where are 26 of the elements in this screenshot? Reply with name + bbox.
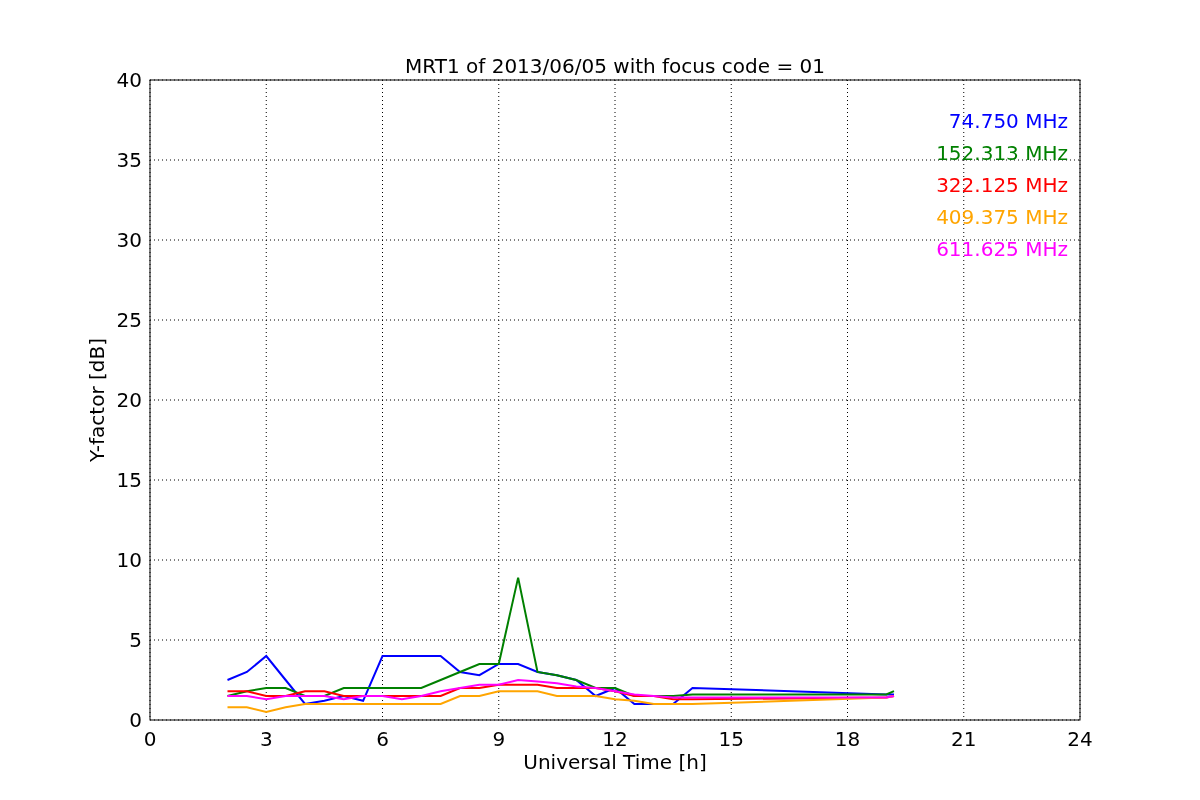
- tick-label: 18: [834, 727, 861, 751]
- tick-label: 24: [1067, 727, 1093, 751]
- tick-label: 30: [116, 228, 142, 252]
- x-axis-label: Universal Time [h]: [523, 750, 707, 774]
- tick-label: 35: [116, 148, 142, 172]
- tick-label: 0: [143, 727, 157, 751]
- tick-label: 9: [492, 727, 506, 751]
- tick-label: 15: [116, 468, 142, 492]
- tick-label: 0: [129, 708, 142, 732]
- legend-label: 322.125 MHz: [936, 173, 1068, 197]
- tick-label: 40: [116, 68, 142, 92]
- legend-label: 611.625 MHz: [936, 237, 1068, 261]
- tick-label: 6: [376, 727, 389, 751]
- tick-label: 12: [602, 727, 628, 751]
- tick-label: 15: [718, 727, 744, 751]
- tick-label: 21: [951, 727, 977, 751]
- chart-title: MRT1 of 2013/06/05 with focus code = 01: [405, 54, 825, 78]
- legend-label: 409.375 MHz: [936, 205, 1068, 229]
- tick-label: 3: [259, 727, 273, 751]
- y-axis-label: Y-factor [dB]: [85, 338, 109, 462]
- legend-label: 152.313 MHz: [936, 141, 1068, 165]
- tick-label: 20: [116, 388, 142, 412]
- tick-label: 5: [129, 628, 142, 652]
- tick-label: 25: [116, 308, 142, 332]
- legend-label: 74.750 MHz: [948, 109, 1068, 133]
- tick-label: 10: [116, 548, 142, 572]
